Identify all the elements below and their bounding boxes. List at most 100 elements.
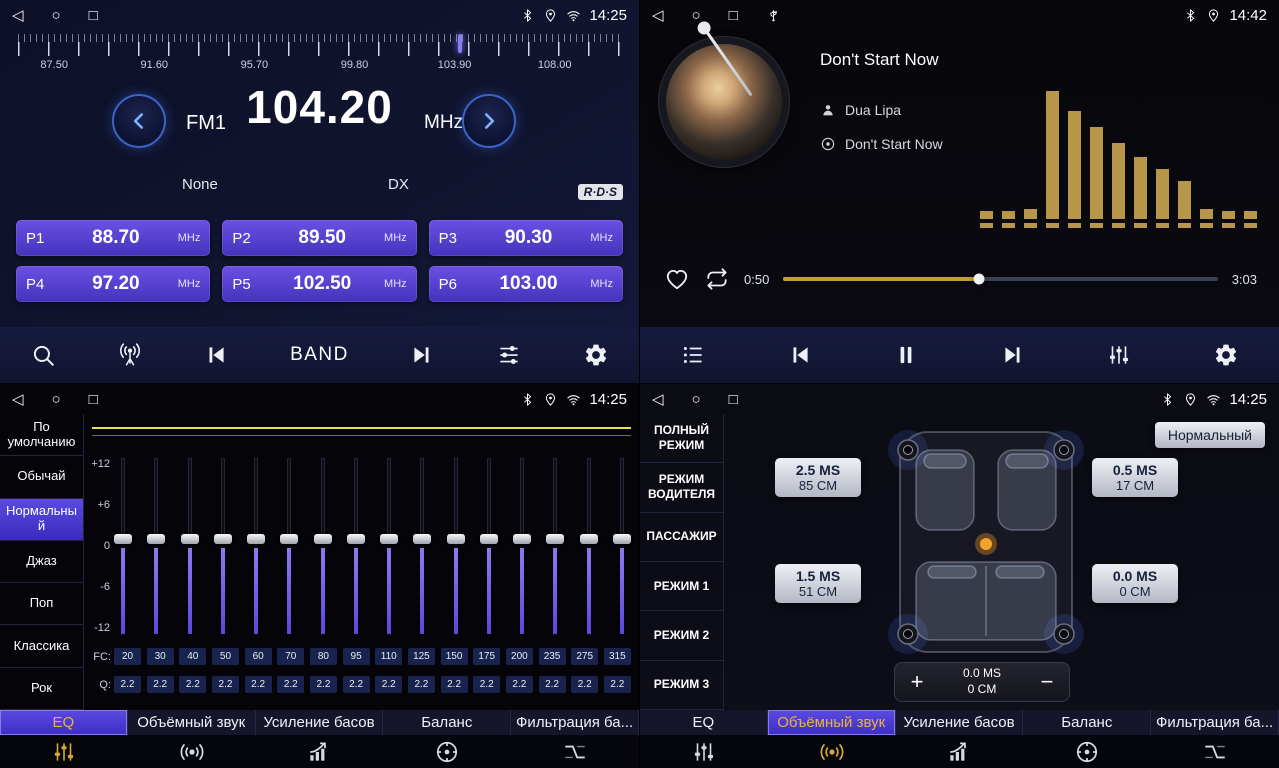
settings-icon[interactable]	[1213, 342, 1239, 368]
eq-band-slider[interactable]	[447, 458, 465, 634]
preset-button-p2[interactable]: P2 89.50 MHz	[222, 220, 416, 256]
eq-preset-jazz[interactable]: Джаз	[0, 541, 83, 583]
home-button[interactable]: ○	[52, 392, 61, 407]
settings-icon[interactable]	[583, 342, 609, 368]
back-button[interactable]: ◁	[652, 392, 664, 407]
balance-tab-icon[interactable]	[383, 739, 511, 765]
slider-knob[interactable]	[380, 534, 398, 544]
eq-band-slider[interactable]	[347, 458, 365, 634]
home-button[interactable]: ○	[692, 392, 701, 407]
tab-bass-boost[interactable]: Усиление басов	[256, 710, 384, 735]
pause-icon[interactable]	[893, 342, 919, 368]
scan-icon[interactable]	[30, 342, 56, 368]
slider-knob[interactable]	[347, 534, 365, 544]
eq-preset-normal[interactable]: Нормальный	[0, 499, 83, 541]
bass-boost-tab-icon[interactable]	[896, 739, 1024, 765]
eq-preset-rock[interactable]: Рок	[0, 668, 83, 710]
tune-down-button[interactable]	[112, 94, 166, 148]
slider-knob[interactable]	[413, 534, 431, 544]
slider-knob[interactable]	[181, 534, 199, 544]
filter-tab-icon[interactable]	[511, 739, 639, 765]
slider-knob[interactable]	[613, 534, 631, 544]
recents-button[interactable]: □	[89, 392, 98, 407]
delay-decrease-button[interactable]: −	[1025, 671, 1069, 693]
recents-button[interactable]: □	[729, 392, 738, 407]
delay-rear-right[interactable]: 0.0 MS 0 CM	[1092, 564, 1178, 603]
home-button[interactable]: ○	[692, 8, 701, 23]
repeat-icon[interactable]	[704, 266, 730, 292]
home-button[interactable]: ○	[52, 8, 61, 23]
eq-band-slider[interactable]	[114, 458, 132, 634]
slider-knob[interactable]	[247, 534, 265, 544]
mode-1[interactable]: РЕЖИМ 1	[640, 562, 723, 611]
mode-full[interactable]: ПОЛНЫЙ РЕЖИМ	[640, 414, 723, 463]
recents-button[interactable]: □	[729, 8, 738, 23]
eq-band-slider[interactable]	[580, 458, 598, 634]
delay-front-left[interactable]: 2.5 MS 85 CM	[775, 458, 861, 497]
favorite-icon[interactable]	[664, 266, 690, 292]
band-button[interactable]: BAND	[290, 344, 349, 366]
progress-bar[interactable]	[783, 277, 1217, 281]
broadcast-icon[interactable]	[117, 342, 143, 368]
eq-band-slider[interactable]	[613, 458, 631, 634]
slider-knob[interactable]	[480, 534, 498, 544]
mode-passenger[interactable]: ПАССАЖИР	[640, 513, 723, 562]
eq-preset-default[interactable]: По умолчанию	[0, 414, 83, 456]
previous-track-icon[interactable]	[787, 342, 813, 368]
bass-boost-tab-icon[interactable]	[256, 739, 384, 765]
slider-knob[interactable]	[314, 534, 332, 544]
eq-preset-classic[interactable]: Классика	[0, 625, 83, 667]
tab-balance[interactable]: Баланс	[1023, 710, 1151, 735]
effects-icon[interactable]	[496, 342, 522, 368]
eq-band-slider[interactable]	[513, 458, 531, 634]
filter-tab-icon[interactable]	[1151, 739, 1279, 765]
frequency-ruler[interactable]: 87.50 91.60 95.70 99.80 103.90 108.00	[18, 34, 621, 74]
eq-band-slider[interactable]	[413, 458, 431, 634]
slider-knob[interactable]	[280, 534, 298, 544]
eq-preset-pop[interactable]: Поп	[0, 583, 83, 625]
tab-bass-boost[interactable]: Усиление басов	[896, 710, 1024, 735]
playlist-icon[interactable]	[680, 342, 706, 368]
slider-knob[interactable]	[214, 534, 232, 544]
eq-band-slider[interactable]	[147, 458, 165, 634]
mode-driver[interactable]: РЕЖИМ ВОДИТЕЛЯ	[640, 463, 723, 512]
slider-knob[interactable]	[447, 534, 465, 544]
tab-balance[interactable]: Баланс	[383, 710, 511, 735]
slider-knob[interactable]	[513, 534, 531, 544]
preset-button-p4[interactable]: P4 97.20 MHz	[16, 266, 210, 302]
surround-tab-icon[interactable]	[768, 739, 896, 765]
eq-band-slider[interactable]	[280, 458, 298, 634]
tab-surround[interactable]: Объёмный звук	[768, 710, 896, 735]
mode-2[interactable]: РЕЖИМ 2	[640, 611, 723, 660]
tab-eq[interactable]: EQ	[640, 710, 768, 735]
delay-rear-left[interactable]: 1.5 MS 51 CM	[775, 564, 861, 603]
eq-tab-icon[interactable]	[640, 739, 768, 765]
slider-knob[interactable]	[147, 534, 165, 544]
next-track-icon[interactable]	[1000, 342, 1026, 368]
progress-knob[interactable]	[973, 274, 984, 285]
eq-band-slider[interactable]	[214, 458, 232, 634]
slider-knob[interactable]	[114, 534, 132, 544]
slider-knob[interactable]	[546, 534, 564, 544]
eq-band-slider[interactable]	[247, 458, 265, 634]
mixer-icon[interactable]	[1106, 342, 1132, 368]
slider-knob[interactable]	[580, 534, 598, 544]
mode-3[interactable]: РЕЖИМ 3	[640, 661, 723, 710]
previous-station-icon[interactable]	[203, 342, 229, 368]
eq-band-slider[interactable]	[181, 458, 199, 634]
tune-up-button[interactable]	[462, 94, 516, 148]
delay-front-right[interactable]: 0.5 MS 17 CM	[1092, 458, 1178, 497]
eq-tab-icon[interactable]	[0, 739, 128, 765]
preset-button-p3[interactable]: P3 90.30 MHz	[429, 220, 623, 256]
tab-eq[interactable]: EQ	[0, 710, 128, 735]
profile-button[interactable]: Нормальный	[1155, 422, 1265, 448]
recents-button[interactable]: □	[89, 8, 98, 23]
next-station-icon[interactable]	[409, 342, 435, 368]
tab-filter[interactable]: Фильтрация ба...	[511, 710, 639, 735]
preset-button-p6[interactable]: P6 103.00 MHz	[429, 266, 623, 302]
back-button[interactable]: ◁	[12, 8, 24, 23]
tab-surround[interactable]: Объёмный звук	[128, 710, 256, 735]
preset-button-p1[interactable]: P1 88.70 MHz	[16, 220, 210, 256]
back-button[interactable]: ◁	[652, 8, 664, 23]
tab-filter[interactable]: Фильтрация ба...	[1151, 710, 1279, 735]
